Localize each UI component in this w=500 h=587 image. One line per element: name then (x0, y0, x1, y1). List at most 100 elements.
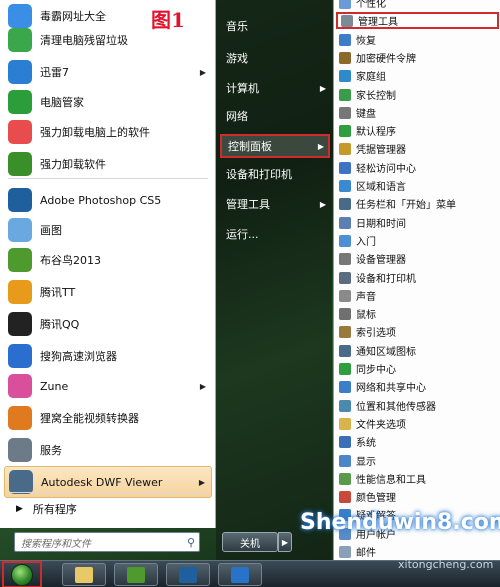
control-panel-item[interactable]: 设备管理器 (336, 250, 499, 267)
control-panel-applet-icon (339, 344, 351, 357)
control-panel-item[interactable]: 默认程序 (336, 122, 499, 139)
program-label: Autodesk DWF Viewer (41, 475, 163, 489)
place-item[interactable]: 运行... (220, 222, 330, 246)
control-panel-item[interactable]: 区域和语言 (336, 177, 499, 194)
control-panel-item[interactable]: 日期和时间 (336, 214, 499, 231)
control-panel-applet-icon (339, 216, 351, 229)
control-panel-applet-icon (339, 142, 351, 155)
program-item[interactable]: 腾讯TT (4, 276, 212, 308)
taskbar-app-button[interactable] (62, 563, 106, 586)
windows-orb-icon (11, 563, 33, 586)
place-item[interactable]: 控制面板 ▶ (220, 134, 330, 158)
watermark-subtitle: xitongcheng.com (398, 558, 494, 571)
search-icon: ⚲ (186, 535, 195, 549)
control-panel-item[interactable]: 颜色管理 (336, 488, 499, 505)
control-panel-applet-icon (339, 472, 351, 485)
shield-icon (8, 90, 32, 114)
control-panel-item[interactable]: 设备和打印机 (336, 269, 499, 286)
control-panel-item[interactable]: 轻松访问中心 (336, 159, 499, 176)
control-panel-item-label: 鼠标 (356, 310, 376, 321)
color-ball-icon (8, 120, 32, 144)
all-programs-button[interactable]: ▶ 所有程序 (4, 498, 212, 520)
control-panel-item-label: 凭据管理器 (356, 145, 406, 156)
taskbar-app-button[interactable] (218, 563, 262, 586)
control-panel-applet-icon (339, 362, 351, 375)
remote-app-icon (231, 566, 249, 583)
control-panel-applet-icon (339, 417, 351, 430)
start-menu-programs-pane: 毒霸网址大全 清理电脑残留垃圾 迅雷7 ▶ 电脑管家 强力卸载电脑上的软件 强力卸载软件 Ad… (0, 0, 216, 528)
place-item[interactable]: 管理工具 ▶ (220, 192, 330, 216)
uninstall-icon (8, 152, 32, 176)
program-item[interactable]: 电脑管家 (4, 86, 212, 118)
control-panel-item[interactable]: 显示 (336, 452, 499, 469)
control-panel-item[interactable]: 性能信息和工具 (336, 470, 499, 487)
control-panel-item[interactable]: 凭据管理器 (336, 140, 499, 157)
shutdown-options-button[interactable]: ▶ (278, 532, 292, 552)
program-item[interactable]: 强力卸载软件 (4, 148, 212, 180)
taskbar-app-button[interactable] (166, 563, 210, 586)
control-panel-item[interactable]: 恢复 (336, 31, 499, 48)
program-item[interactable]: 迅雷7 ▶ (4, 56, 212, 88)
control-panel-item[interactable]: 加密硬件令牌 (336, 49, 499, 66)
program-item[interactable]: Autodesk DWF Viewer ▶ (4, 466, 212, 498)
start-button[interactable] (2, 561, 42, 587)
program-label: 画图 (40, 224, 62, 237)
control-panel-item-label: 入门 (356, 237, 376, 248)
program-item[interactable]: 布谷鸟2013 (4, 244, 212, 276)
start-menu-places-pane: 音乐游戏计算机 ▶ 网络控制面板 ▶ 设备和打印机 管理工具 ▶ 运行... (216, 0, 332, 560)
shutdown-button[interactable]: 关机 (222, 532, 278, 552)
control-panel-applet-icon (339, 69, 351, 82)
menu-divider (8, 492, 208, 493)
search-input[interactable]: 搜索程序和文件 ⚲ (14, 532, 200, 552)
place-item[interactable]: 游戏 (220, 46, 330, 70)
program-item[interactable]: 画图 (4, 214, 212, 246)
bird-icon (8, 248, 32, 272)
place-item[interactable]: 设备和打印机 (220, 162, 330, 186)
control-panel-applet-icon (339, 0, 351, 9)
control-panel-item[interactable]: 鼠标 (336, 305, 499, 322)
place-label: 游戏 (226, 52, 248, 65)
program-item[interactable]: 服务 (4, 434, 212, 466)
program-item[interactable]: 搜狗高速浏览器 (4, 340, 212, 372)
submenu-arrow-icon: ▶ (319, 83, 326, 93)
control-panel-item-label: 位置和其他传感器 (356, 402, 436, 413)
control-panel-item[interactable]: 网络和共享中心 (336, 378, 499, 395)
control-panel-item[interactable]: 家长控制 (336, 86, 499, 103)
program-item[interactable]: 腾讯QQ (4, 308, 212, 340)
control-panel-item[interactable]: 个性化 (336, 0, 499, 11)
control-panel-item[interactable]: 入门 (336, 232, 499, 249)
place-label: 计算机 (226, 82, 259, 95)
control-panel-item[interactable]: 任务栏和「开始」菜单 (336, 195, 499, 212)
control-panel-item-label: 恢复 (356, 36, 376, 47)
control-panel-item[interactable]: 系统 (336, 433, 499, 450)
control-panel-item[interactable]: 文件夹选项 (336, 415, 499, 432)
taskbar-app-button[interactable] (114, 563, 158, 586)
control-panel-item[interactable]: 通知区域图标 (336, 342, 499, 359)
place-item[interactable]: 计算机 ▶ (220, 76, 330, 100)
control-panel-applet-icon (339, 106, 351, 119)
program-item[interactable]: Adobe Photoshop CS5 (4, 184, 212, 216)
control-panel-item-label: 任务栏和「开始」菜单 (356, 200, 456, 211)
program-item[interactable]: Zune ▶ (4, 370, 212, 402)
control-panel-applet-icon (339, 252, 351, 265)
program-item[interactable]: 狸窝全能视频转换器 (4, 402, 212, 434)
control-panel-item-label: 设备和打印机 (356, 274, 416, 285)
control-panel-item[interactable]: 键盘 (336, 104, 499, 121)
control-panel-item[interactable]: 位置和其他传感器 (336, 397, 499, 414)
control-panel-applet-icon (339, 307, 351, 320)
control-panel-applet-icon (339, 289, 351, 302)
photoshop-icon (8, 188, 32, 212)
control-panel-item[interactable]: 管理工具 (336, 12, 499, 29)
place-item[interactable]: 网络 (220, 104, 330, 128)
services-gear-icon (8, 438, 32, 462)
control-panel-item[interactable]: 同步中心 (336, 360, 499, 377)
control-panel-item[interactable]: 声音 (336, 287, 499, 304)
control-panel-item[interactable]: 索引选项 (336, 323, 499, 340)
control-panel-item[interactable]: 家庭组 (336, 67, 499, 84)
control-panel-applet-icon (339, 33, 351, 46)
control-panel-item-label: 网络和共享中心 (356, 383, 426, 394)
submenu-arrow-icon: ▶ (198, 477, 205, 487)
control-panel-applet-icon (339, 161, 351, 174)
program-item[interactable]: 强力卸载电脑上的软件 (4, 116, 212, 148)
place-item[interactable]: 音乐 (220, 14, 330, 38)
